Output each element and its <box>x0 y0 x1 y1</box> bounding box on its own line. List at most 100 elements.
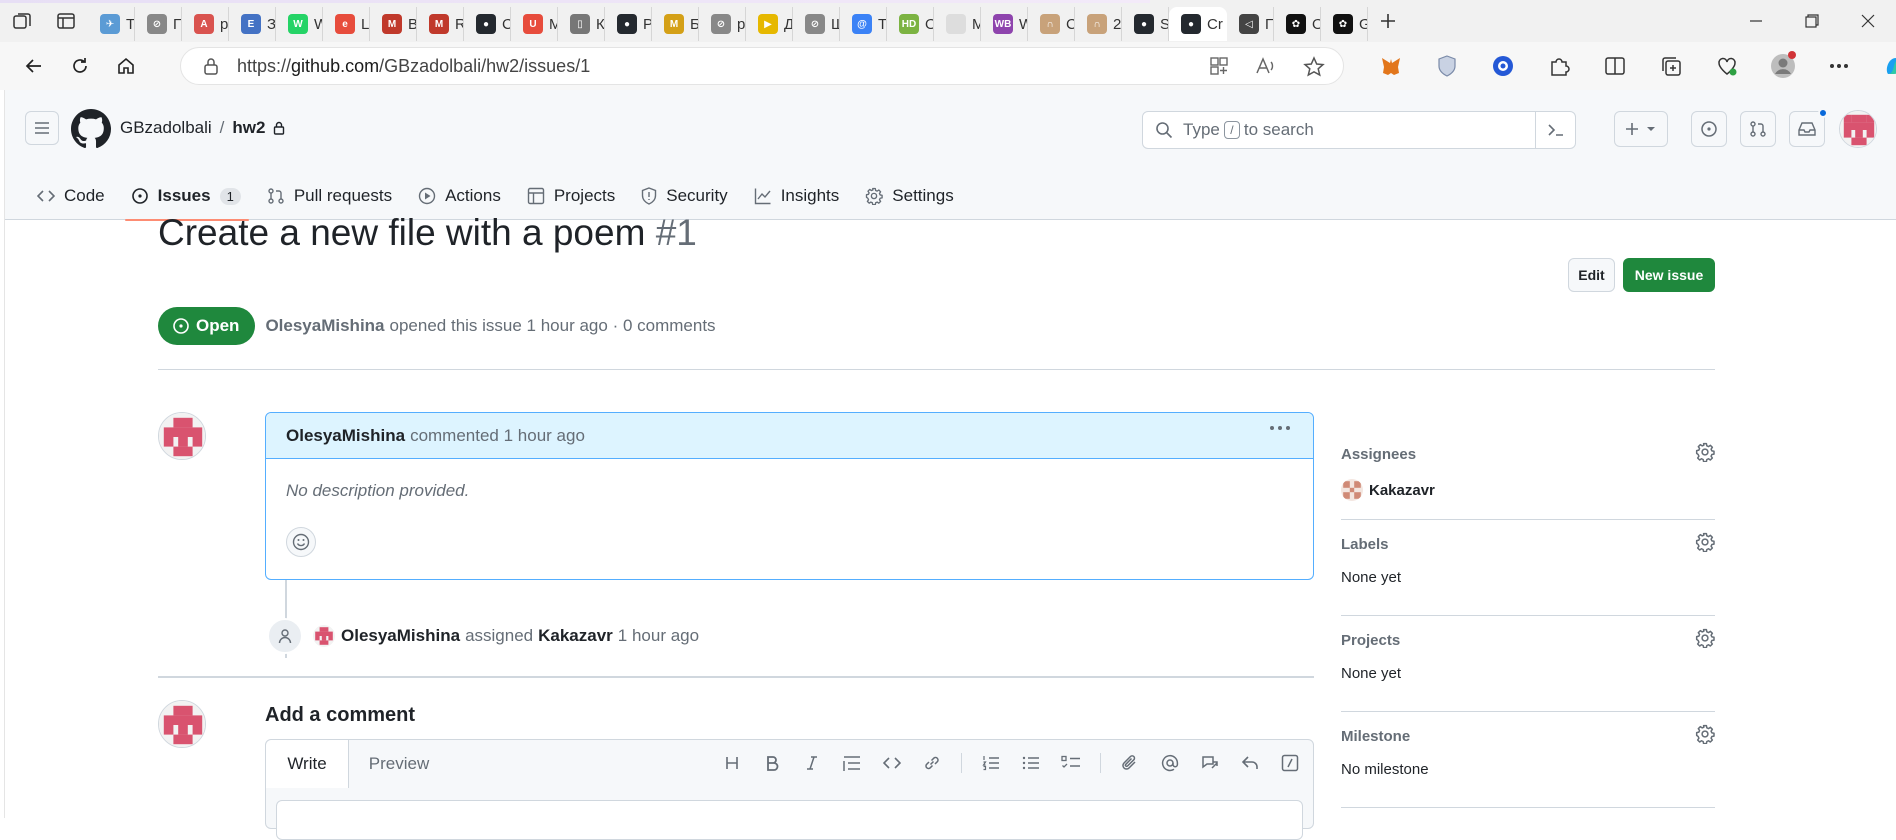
browser-tab[interactable]: ● Ро <box>605 7 652 41</box>
event-actor-avatar[interactable] <box>313 625 335 647</box>
link-icon[interactable] <box>919 750 945 776</box>
tab-code[interactable]: Code <box>25 172 119 220</box>
mention-icon[interactable] <box>1157 750 1183 776</box>
labels-title[interactable]: Labels <box>1341 536 1389 553</box>
projects-title[interactable]: Projects <box>1341 632 1400 649</box>
repo-link[interactable]: hw2 <box>232 118 265 138</box>
create-new-button[interactable] <box>1614 111 1668 147</box>
profile-button[interactable] <box>1764 47 1802 85</box>
heading-icon[interactable] <box>719 750 745 776</box>
bold-icon[interactable] <box>759 750 785 776</box>
task-list-icon[interactable] <box>1058 750 1084 776</box>
browser-tab[interactable]: ⊘П <box>135 7 182 41</box>
gear-icon[interactable] <box>1695 628 1715 648</box>
event-assignee-link[interactable]: Kakazavr <box>538 626 613 646</box>
code-icon[interactable] <box>879 750 905 776</box>
browser-tab[interactable]: ⊘ ра <box>699 7 746 41</box>
browser-tab[interactable]: WW <box>276 7 323 41</box>
tab-settings[interactable]: Settings <box>853 172 967 220</box>
minimize-button[interactable] <box>1728 0 1784 42</box>
app-available-icon[interactable] <box>1209 56 1229 76</box>
browser-tab[interactable]: ∩С <box>1028 7 1075 41</box>
tab-actions-button[interactable] <box>44 0 88 42</box>
browser-tab[interactable]: ▯ Кс <box>558 7 605 41</box>
browser-tab[interactable]: ✿G <box>1321 7 1368 41</box>
gear-icon[interactable] <box>1695 532 1715 552</box>
browser-tab[interactable]: М <box>934 7 981 41</box>
circle-extension-button[interactable] <box>1484 47 1522 85</box>
comment-author-avatar[interactable] <box>158 412 206 460</box>
browser-tab[interactable]: M Бі <box>652 7 699 41</box>
gear-icon[interactable] <box>1695 724 1715 744</box>
quote-icon[interactable] <box>839 750 865 776</box>
settings-more-button[interactable] <box>1820 47 1858 85</box>
browser-tab[interactable]: ● Sı <box>1122 7 1169 41</box>
your-issues-button[interactable] <box>1691 111 1727 147</box>
owner-link[interactable]: GBzadolbali <box>120 118 212 138</box>
collections-button[interactable] <box>1652 47 1690 85</box>
issue-author-link[interactable]: OlesyaMishina <box>265 316 384 336</box>
comment-textarea[interactable] <box>276 800 1303 840</box>
browser-tab[interactable]: ◁П <box>1227 7 1274 41</box>
slash-commands-icon[interactable] <box>1277 750 1303 776</box>
tab-insights[interactable]: Insights <box>742 172 854 220</box>
italic-icon[interactable] <box>799 750 825 776</box>
add-reaction-button[interactable] <box>286 527 316 557</box>
new-tab-button[interactable] <box>1368 0 1408 42</box>
github-search-input[interactable]: Type / to search <box>1142 111 1576 149</box>
unordered-list-icon[interactable] <box>1018 750 1044 776</box>
copilot-button[interactable] <box>1876 47 1896 85</box>
cross-reference-icon[interactable] <box>1197 750 1223 776</box>
assignee-item[interactable]: Kakazavr <box>1341 479 1435 501</box>
split-screen-button[interactable] <box>1596 47 1634 85</box>
browser-tab[interactable]: UM <box>511 7 558 41</box>
github-logo-icon[interactable] <box>71 109 111 149</box>
browser-tab[interactable]: ✿О <box>1274 7 1321 41</box>
browser-tab[interactable]: HD О <box>887 7 934 41</box>
extensions-button[interactable] <box>1540 47 1578 85</box>
event-actor-link[interactable]: OlesyaMishina <box>341 626 460 646</box>
your-pull-requests-button[interactable] <box>1740 111 1776 147</box>
event-timestamp[interactable]: 1 hour ago <box>618 626 699 646</box>
attach-paperclip-icon[interactable] <box>1117 750 1143 776</box>
milestone-title[interactable]: Milestone <box>1341 728 1410 745</box>
gear-icon[interactable] <box>1695 442 1715 462</box>
browser-tab[interactable]: M Вх <box>370 7 417 41</box>
browser-tab[interactable]: ▶Д <box>746 7 793 41</box>
inbox-button[interactable] <box>1789 108 1828 147</box>
refresh-button[interactable] <box>58 46 102 86</box>
restore-button[interactable] <box>1784 0 1840 42</box>
browser-essentials-button[interactable] <box>1708 47 1746 85</box>
comment-timestamp[interactable]: commented 1 hour ago <box>410 426 585 446</box>
new-issue-button[interactable]: New issue <box>1623 258 1715 292</box>
favorite-star-icon[interactable] <box>1303 56 1325 78</box>
tab-preview[interactable]: Preview <box>349 740 449 788</box>
saved-reply-icon[interactable] <box>1237 750 1263 776</box>
privacy-extension-button[interactable] <box>1428 47 1466 85</box>
browser-tab[interactable]: ● Cr <box>464 7 511 41</box>
user-avatar[interactable] <box>1839 110 1877 148</box>
command-palette-button[interactable] <box>1535 112 1575 148</box>
browser-tab[interactable]: M Re <box>417 7 464 41</box>
close-window-button[interactable] <box>1840 0 1896 42</box>
metamask-extension-button[interactable] <box>1372 47 1410 85</box>
tab-write[interactable]: Write <box>266 740 349 788</box>
global-menu-button[interactable] <box>25 111 59 145</box>
browser-tab[interactable]: E За <box>229 7 276 41</box>
address-bar[interactable]: https://github.com/GBzadolbali/hw2/issue… <box>180 47 1344 85</box>
comment-options-icon[interactable] <box>1269 425 1291 431</box>
edit-title-button[interactable]: Edit <box>1568 258 1615 292</box>
read-aloud-icon[interactable] <box>1255 56 1277 76</box>
ordered-list-icon[interactable] <box>978 750 1004 776</box>
browser-tab[interactable]: @ То <box>840 7 887 41</box>
comment-author-link[interactable]: OlesyaMishina <box>286 426 405 446</box>
home-button[interactable] <box>104 46 148 86</box>
current-user-avatar[interactable] <box>158 700 206 748</box>
browser-tab[interactable]: ∩ 2( <box>1075 7 1122 41</box>
assignees-title[interactable]: Assignees <box>1341 446 1416 463</box>
back-button[interactable] <box>12 46 56 86</box>
browser-tab[interactable]: ✈ Te <box>88 7 135 41</box>
workspaces-button[interactable] <box>0 0 44 42</box>
browser-tab[interactable]: WB W <box>981 7 1028 41</box>
browser-tab[interactable]: ⊘Ш <box>793 7 840 41</box>
